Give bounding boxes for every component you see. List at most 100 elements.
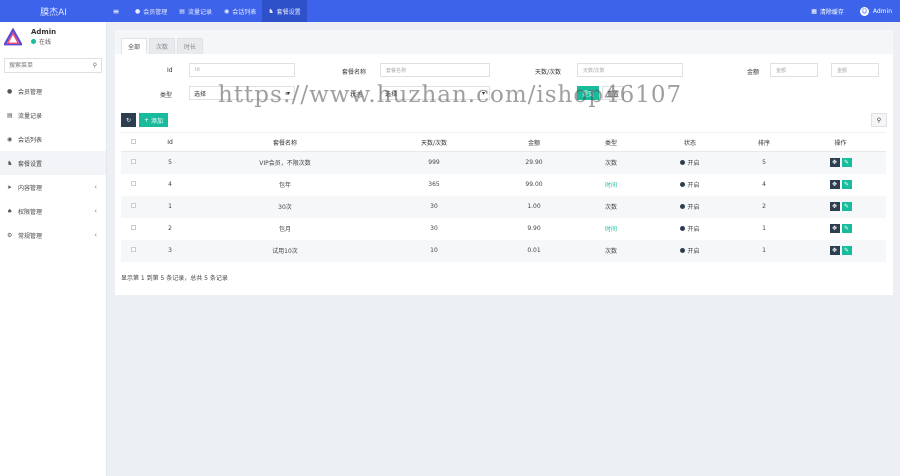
- app-logo[interactable]: 膜杰AI: [0, 0, 107, 22]
- caret-down-icon: ▾: [481, 89, 485, 97]
- drag-handle-icon[interactable]: ✥: [829, 202, 840, 211]
- chevron-left-icon: ‹: [94, 231, 97, 239]
- topnav-item-members[interactable]: ● 会员管理: [129, 0, 173, 22]
- cell-days: 30: [430, 225, 438, 232]
- sidebar-item-packages[interactable]: ♞ 套餐设置: [0, 151, 106, 175]
- row-checkbox[interactable]: [121, 151, 145, 174]
- table-row: 2 包月 30 9.90 时间 开启 1 ✥ ✎: [121, 218, 886, 240]
- days-label: 天数/次数: [535, 69, 562, 76]
- col-days[interactable]: 天数/次数: [375, 132, 493, 152]
- amount-min-input[interactable]: 金额: [770, 63, 818, 77]
- row-checkbox[interactable]: [121, 174, 145, 196]
- add-button[interactable]: + 添加: [139, 113, 169, 127]
- tab-bar: 全部 次数 时长: [115, 30, 893, 54]
- cell-type: 次数: [575, 239, 647, 262]
- status-select[interactable]: 选择 ▾: [380, 86, 490, 100]
- select-all-checkbox[interactable]: [121, 132, 145, 152]
- sidebar-item-label: 常规管理: [18, 232, 43, 240]
- database-icon: ▤: [179, 7, 185, 15]
- top-nav: ≡ ● 会员管理 ▤ 流量记录 ◉ 会话列表 ♞ 套餐设置: [107, 0, 307, 22]
- cell-id: 5: [145, 151, 195, 174]
- filter-form: Id Id 套餐名称 套餐名称 天数/次数 天数/次数 金额 金额 金额 类型 …: [115, 54, 893, 104]
- edit-icon[interactable]: ✎: [841, 158, 852, 168]
- sidebar-search: ⚲: [4, 58, 102, 73]
- edit-icon[interactable]: ✎: [841, 180, 852, 189]
- admin-menu[interactable]: ☺ Admin: [852, 6, 900, 16]
- cell-id: 4: [168, 181, 172, 188]
- name-input[interactable]: 套餐名称: [380, 63, 490, 77]
- main-panel: 全部 次数 时长 Id Id 套餐名称 套餐名称 天数/次数 天数/次数 金额 …: [115, 30, 893, 295]
- status-text: 开启: [687, 160, 700, 168]
- user-icon: ●: [135, 7, 141, 15]
- col-sort[interactable]: 排序: [733, 132, 795, 152]
- cell-type: 时间: [604, 182, 617, 189]
- edit-icon[interactable]: ✎: [841, 246, 852, 255]
- id-input[interactable]: Id: [189, 63, 295, 77]
- row-checkbox[interactable]: [121, 218, 145, 240]
- col-name[interactable]: 套餐名称: [195, 132, 375, 152]
- col-type[interactable]: 类型: [575, 132, 647, 152]
- sidebar-item-general[interactable]: ⚙ 常规管理 ‹: [0, 223, 106, 247]
- id-label: Id: [167, 67, 173, 74]
- topnav-item-packages[interactable]: ♞ 套餐设置: [262, 0, 307, 22]
- table-toolbar: ↻ + 添加: [121, 113, 171, 127]
- top-right: ▦ 清除缓存 ☺ Admin: [803, 0, 900, 22]
- sidebar-search-input[interactable]: [9, 62, 93, 69]
- sidebar-item-members[interactable]: ● 会员管理: [0, 79, 106, 103]
- search-icon[interactable]: ⚲: [93, 62, 97, 69]
- col-amount[interactable]: 金额: [493, 132, 575, 152]
- status-dot-icon: [680, 248, 686, 253]
- online-dot-icon: [31, 39, 36, 44]
- tab-all[interactable]: 全部: [121, 38, 148, 54]
- cell-name: VIP会员，不限次数: [195, 151, 375, 174]
- users-icon: ♞: [268, 7, 274, 15]
- tab-time[interactable]: 时长: [177, 38, 204, 54]
- reset-button[interactable]: 重置: [602, 86, 624, 100]
- sidebar-item-content[interactable]: ➤ 内容管理 ‹: [0, 175, 106, 199]
- cell-actions: ✥ ✎: [795, 239, 886, 262]
- edit-icon[interactable]: ✎: [841, 202, 852, 211]
- drag-handle-icon[interactable]: ✥: [829, 224, 840, 233]
- sidebar-item-traffic[interactable]: ▤ 流量记录: [0, 103, 106, 127]
- tab-count[interactable]: 次数: [149, 38, 176, 54]
- drag-handle-icon[interactable]: ✥: [829, 180, 840, 189]
- search-toggle-button[interactable]: ⚲: [871, 113, 887, 127]
- drag-handle-icon[interactable]: ✥: [829, 246, 840, 255]
- cell-sort: 2: [733, 195, 795, 218]
- cell-amount: 99.00: [525, 181, 543, 188]
- topnav-item-traffic[interactable]: ▤ 流量记录: [173, 0, 218, 22]
- cell-status: 开启: [647, 195, 733, 218]
- refresh-button[interactable]: ↻: [121, 113, 136, 127]
- user-status: 在线: [31, 37, 56, 46]
- topnav-item-sessions[interactable]: ◉ 会话列表: [218, 0, 262, 22]
- sidebar-item-label: 会话列表: [18, 136, 43, 144]
- row-checkbox[interactable]: [121, 195, 145, 218]
- cell-type: 时间: [604, 226, 617, 233]
- col-status[interactable]: 状态: [647, 132, 733, 152]
- sidebar-item-sessions[interactable]: ◉ 会话列表: [0, 127, 106, 151]
- sidebar-item-permissions[interactable]: ♠ 权限管理 ‹: [0, 199, 106, 223]
- menu-icon[interactable]: ≡: [107, 7, 125, 16]
- submit-button[interactable]: 提交: [577, 86, 599, 100]
- type-label: 类型: [160, 92, 173, 99]
- edit-icon[interactable]: ✎: [841, 224, 852, 233]
- status-label: 状态: [350, 92, 363, 99]
- cell-sort: 5: [733, 151, 795, 174]
- type-select[interactable]: 选择 ▾: [189, 86, 295, 100]
- status-text: 开启: [687, 226, 700, 233]
- cell-id: 3: [145, 239, 195, 262]
- refresh-icon: ↻: [125, 116, 132, 124]
- topnav-item-label: 流量记录: [187, 8, 212, 16]
- clear-cache-button[interactable]: ▦ 清除缓存: [803, 7, 852, 16]
- drag-handle-icon[interactable]: ✥: [829, 158, 840, 168]
- cell-actions: ✥ ✎: [795, 195, 886, 218]
- amount-max-input[interactable]: 金额: [831, 63, 879, 77]
- users-icon: ♞: [7, 159, 13, 167]
- days-input[interactable]: 天数/次数: [577, 63, 683, 77]
- type-select-value: 选择: [194, 90, 207, 98]
- status-dot-icon: [680, 226, 686, 231]
- col-id[interactable]: Id: [145, 132, 195, 152]
- row-checkbox[interactable]: [121, 239, 145, 262]
- packages-table: Id 套餐名称 天数/次数 金额 类型 状态 排序 操作 5 VIP会员，不限次…: [121, 132, 886, 262]
- amount-label: 金额: [747, 69, 760, 76]
